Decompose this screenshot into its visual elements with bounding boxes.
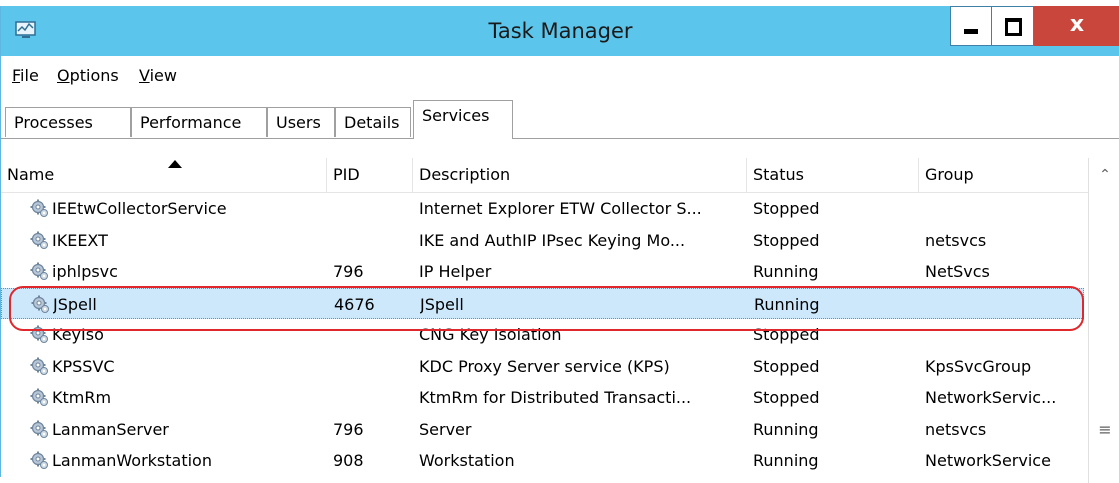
service-group <box>926 289 1084 320</box>
service-status: Stopped <box>753 230 820 250</box>
service-name: IKEEXT <box>52 230 108 250</box>
minimize-icon <box>964 29 978 34</box>
service-status: Stopped <box>753 325 820 344</box>
service-group: KpsSvcGroup <box>925 356 1032 376</box>
service-gear-icon <box>30 388 48 406</box>
service-row[interactable]: iphlpsvc 796 IP Helper Running NetSvcs <box>1 256 1084 287</box>
menu-options[interactable]: Options <box>57 66 119 85</box>
service-row[interactable]: LanmanWorkstation 908 Workstation Runnin… <box>1 445 1084 476</box>
service-description: JSpell <box>420 294 464 314</box>
scroll-up-icon[interactable]: ⌃ <box>1089 158 1119 192</box>
service-pid <box>333 225 409 256</box>
service-name: LanmanWorkstation <box>52 451 212 470</box>
service-pid: 796 <box>333 262 364 281</box>
menu-bar: File Options View <box>1 56 1119 92</box>
tab-processes[interactable]: Processes <box>5 107 131 137</box>
maximize-button[interactable] <box>992 6 1034 46</box>
service-pid <box>333 193 409 224</box>
service-row[interactable]: LanmanServer 796 Server Running netsvcs <box>1 414 1084 445</box>
service-group: netsvcs <box>925 230 987 250</box>
service-gear-icon <box>30 199 48 217</box>
service-gear-icon <box>30 420 48 438</box>
service-row[interactable]: KeyIso CNG Key Isolation Stopped <box>1 319 1084 350</box>
service-gear-icon <box>30 231 48 249</box>
service-pid <box>333 351 409 382</box>
close-button[interactable]: x <box>1034 6 1119 46</box>
service-gear-icon <box>31 295 49 313</box>
service-pid: 908 <box>333 451 364 470</box>
service-group: NetworkServic... <box>925 388 1057 407</box>
service-name: JSpell <box>53 294 97 314</box>
service-group: NetworkService <box>925 451 1051 470</box>
service-row[interactable]: KPSSVC KDC Proxy Server service (KPS) St… <box>1 351 1084 382</box>
service-description: KtmRm for Distributed Transacti... <box>419 388 692 407</box>
task-manager-window: Task Manager x File Options View Process… <box>0 6 1119 483</box>
minimize-button[interactable] <box>950 6 992 46</box>
service-row-selected[interactable]: JSpell 4676 JSpell Running <box>1 287 1084 320</box>
service-status: Running <box>753 451 819 470</box>
service-gear-icon <box>30 357 48 375</box>
service-pid: 796 <box>333 419 364 439</box>
tab-strip: Processes Performance Users Details Serv… <box>1 92 1119 139</box>
service-gear-icon <box>30 451 48 469</box>
service-name: KeyIso <box>52 325 104 344</box>
service-pid: 4676 <box>334 294 375 314</box>
service-group: netsvcs <box>925 419 987 439</box>
column-header-group[interactable]: Group <box>919 158 1088 192</box>
service-status: Stopped <box>753 356 820 376</box>
service-name: IEEtwCollectorService <box>52 199 227 218</box>
service-description: IKE and AuthIP IPsec Keying Mo... <box>419 230 686 250</box>
scroll-grip-icon[interactable]: ≡ <box>1089 420 1119 440</box>
service-row[interactable]: IEEtwCollectorService Internet Explorer … <box>1 193 1084 224</box>
service-description: Internet Explorer ETW Collector S... <box>419 199 702 218</box>
vertical-scrollbar[interactable]: ⌃ ≡ <box>1088 158 1119 483</box>
service-description: Workstation <box>419 451 515 470</box>
service-description: KDC Proxy Server service (KPS) <box>419 356 670 376</box>
service-status: Running <box>753 262 819 281</box>
service-description: IP Helper <box>419 262 492 281</box>
service-name: KtmRm <box>52 388 112 407</box>
service-description: CNG Key Isolation <box>419 325 562 344</box>
tab-details[interactable]: Details <box>335 107 411 137</box>
tab-users[interactable]: Users <box>267 107 335 137</box>
service-group <box>925 319 1083 350</box>
service-name: KPSSVC <box>52 356 115 376</box>
sort-ascending-icon <box>168 160 182 168</box>
maximize-icon <box>1005 18 1022 36</box>
service-name: LanmanServer <box>52 419 169 439</box>
service-gear-icon <box>30 262 48 280</box>
service-row[interactable]: IKEEXT IKE and AuthIP IPsec Keying Mo...… <box>1 225 1084 256</box>
column-header-row: Name PID Description Status Group <box>1 158 1119 193</box>
service-group: NetSvcs <box>925 262 990 281</box>
service-name: iphlpsvc <box>52 262 118 281</box>
service-group <box>925 193 1083 224</box>
tab-performance[interactable]: Performance <box>131 107 267 137</box>
menu-view[interactable]: View <box>139 66 177 85</box>
service-status: Stopped <box>753 199 820 218</box>
title-bar[interactable]: Task Manager x <box>1 6 1119 56</box>
service-pid <box>333 382 409 413</box>
service-row[interactable]: KtmRm KtmRm for Distributed Transacti...… <box>1 382 1084 413</box>
tab-services[interactable]: Services <box>413 100 513 139</box>
service-status: Running <box>753 419 819 439</box>
column-header-description[interactable]: Description <box>413 158 747 192</box>
service-pid <box>333 319 409 350</box>
column-header-status[interactable]: Status <box>747 158 919 192</box>
column-header-name[interactable]: Name <box>1 158 327 192</box>
service-description: Server <box>419 419 472 439</box>
service-status: Running <box>754 294 820 314</box>
service-status: Stopped <box>753 388 820 407</box>
close-icon: x <box>1069 12 1085 37</box>
column-header-pid[interactable]: PID <box>327 158 413 192</box>
service-gear-icon <box>30 325 48 343</box>
menu-file[interactable]: File <box>12 66 39 85</box>
